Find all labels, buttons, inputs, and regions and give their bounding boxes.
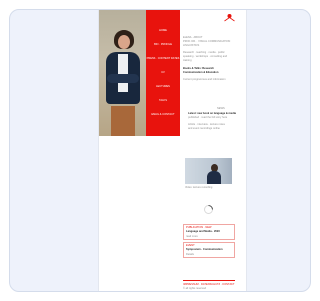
site-logo-icon[interactable] xyxy=(224,13,235,22)
red-nav-menu: HOME BIO · PROFILE PRESS · CONTENT DATES… xyxy=(146,10,180,136)
portrait-photo xyxy=(99,10,146,136)
footer-divider xyxy=(183,280,235,281)
nav-item-cv[interactable]: CV xyxy=(161,71,165,74)
nav-item-home[interactable]: HOME xyxy=(159,29,167,32)
nav-item-lectures[interactable]: LECTURES xyxy=(156,85,170,88)
card-title: Language and Media · 2023 xyxy=(186,230,220,233)
intro-text: Current programmes and information xyxy=(183,78,226,81)
nav-item-profile[interactable]: BIO · PROFILE xyxy=(154,43,172,46)
loading-spinner-icon xyxy=(204,205,213,214)
video-caption: Video: lecture recording xyxy=(185,186,213,189)
intro-heading: Books & Talks: Research xyxy=(183,67,214,70)
nav-item-talks[interactable]: TALKS xyxy=(159,99,167,102)
intro-text: speaking · workshops · consulting and xyxy=(183,55,228,58)
intro-text: Research · teaching · media · public xyxy=(183,51,225,54)
intro-subtitle-2: LINGUISTICS xyxy=(183,44,200,47)
portrait-arms xyxy=(107,74,139,83)
video-thumbnail[interactable] xyxy=(185,158,232,184)
portrait-shirt xyxy=(118,54,128,92)
card-link[interactable]: Details xyxy=(186,253,194,256)
footer-links[interactable]: IMPRESSUM · DATENSCHUTZ · KONTAKT xyxy=(183,283,235,286)
news-line: published · read the full story here xyxy=(188,116,228,119)
intro-name: ELENA · ABOUT xyxy=(183,36,203,39)
card-title: Symposium · Communication xyxy=(186,248,223,251)
footer-copyright: © all rights reserved xyxy=(183,287,207,290)
publication-card[interactable]: PUBLICATION · NEW Language and Media · 2… xyxy=(183,224,235,240)
news-line: and event recordings online xyxy=(188,127,220,130)
portrait-face xyxy=(118,35,130,49)
card-label: EVENT xyxy=(186,244,195,247)
event-card[interactable]: EVENT Symposium · Communication Details xyxy=(183,242,235,258)
portrait-pants xyxy=(111,106,135,136)
viewer-frame: HOME BIO · PROFILE PRESS · CONTENT DATES… xyxy=(9,9,311,292)
nav-item-contact[interactable]: EMAIL & CONTACT xyxy=(151,113,174,116)
news-line: Article · interview · lecture notes xyxy=(188,123,225,126)
intro-heading-2: Communication & Education xyxy=(183,71,219,74)
card-link[interactable]: read more xyxy=(186,235,198,238)
video-person-body xyxy=(207,171,221,184)
card-label: PUBLICATION · NEW xyxy=(186,226,212,229)
news-label: NEWS xyxy=(217,107,225,110)
nav-item-press[interactable]: PRESS · CONTENT DATES xyxy=(147,57,180,60)
intro-subtitle: PROF. DR. · VISUAL COMMUNICATION xyxy=(183,40,231,43)
news-line[interactable]: Latest: new book on language & media xyxy=(188,112,236,115)
intro-text: training xyxy=(183,59,192,62)
webpage-preview[interactable]: HOME BIO · PROFILE PRESS · CONTENT DATES… xyxy=(99,10,246,291)
